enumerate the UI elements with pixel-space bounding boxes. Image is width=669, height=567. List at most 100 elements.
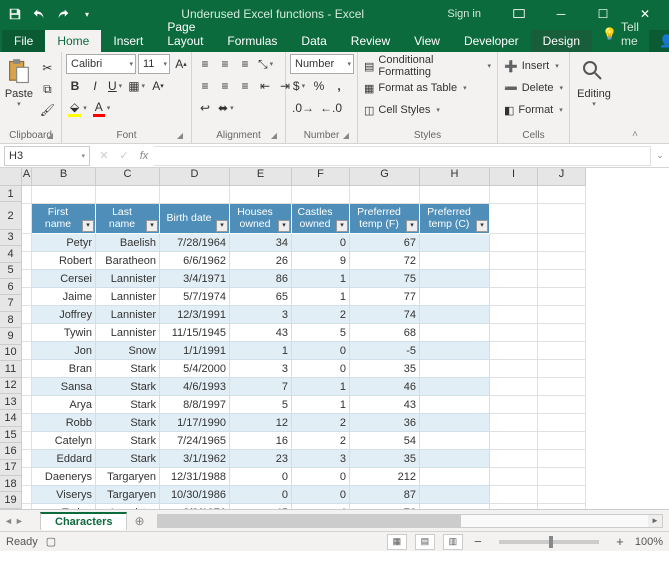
cell[interactable]	[490, 288, 538, 306]
col-header-H[interactable]: H	[420, 168, 490, 186]
tab-data[interactable]: Data	[289, 30, 338, 52]
row-header-8[interactable]: 8	[0, 312, 22, 328]
row-header-3[interactable]: 3	[0, 230, 22, 246]
cell[interactable]	[22, 270, 32, 288]
table-cell[interactable]: Targaryen	[96, 468, 160, 486]
sign-in-link[interactable]: Sign in	[447, 8, 481, 20]
tab-insert[interactable]: Insert	[101, 30, 155, 52]
sheet-tab-characters[interactable]: Characters	[40, 512, 127, 530]
row-header-7[interactable]: 7	[0, 295, 22, 311]
cell[interactable]	[538, 186, 586, 204]
fx-button[interactable]: fx	[134, 146, 154, 166]
cancel-formula-button[interactable]: ✕	[94, 146, 114, 166]
number-launcher[interactable]: ◢	[341, 131, 351, 141]
cell[interactable]	[538, 396, 586, 414]
cell[interactable]	[22, 378, 32, 396]
table-cell[interactable]: Stark	[96, 450, 160, 468]
table-cell[interactable]: 1/17/1990	[160, 414, 230, 432]
cell[interactable]	[490, 306, 538, 324]
table-cell[interactable]: Daenerys	[32, 468, 96, 486]
cell[interactable]	[490, 504, 538, 509]
font-color-button[interactable]: A	[91, 98, 113, 118]
table-cell[interactable]: 68	[350, 324, 420, 342]
cell[interactable]	[490, 414, 538, 432]
table-cell[interactable]: 9	[292, 252, 350, 270]
delete-cells-button[interactable]: ➖Delete▾	[502, 78, 565, 98]
cell[interactable]	[490, 450, 538, 468]
cell[interactable]	[490, 468, 538, 486]
table-cell[interactable]: 3/4/1971	[160, 270, 230, 288]
table-cell[interactable]: 3	[230, 360, 292, 378]
table-cell[interactable]: Lannister	[96, 324, 160, 342]
table-cell[interactable]: Lannister	[96, 306, 160, 324]
table-cell[interactable]: 16	[230, 432, 292, 450]
table-cell[interactable]: 1	[292, 378, 350, 396]
font-launcher[interactable]: ◢	[175, 131, 185, 141]
table-cell[interactable]	[420, 504, 490, 509]
row-header-9[interactable]: 9	[0, 328, 22, 344]
table-cell[interactable]: 3	[230, 306, 292, 324]
table-cell[interactable]: Lannister	[96, 288, 160, 306]
macro-record-icon[interactable]: ▢	[46, 535, 56, 548]
insert-cells-button[interactable]: ➕Insert▾	[502, 56, 565, 76]
cell[interactable]	[22, 342, 32, 360]
table-cell[interactable]: Lannister	[96, 504, 160, 509]
merge-center-button[interactable]: ⬌	[216, 98, 236, 118]
table-cell[interactable]: Bran	[32, 360, 96, 378]
italic-button[interactable]: I	[86, 76, 104, 96]
table-cell[interactable]: Robert	[32, 252, 96, 270]
table-cell[interactable]: 46	[350, 378, 420, 396]
table-cell[interactable]: 2	[292, 432, 350, 450]
cell[interactable]	[22, 360, 32, 378]
table-cell[interactable]: 45	[230, 504, 292, 509]
col-header-A[interactable]: A	[22, 168, 32, 186]
table-cell[interactable]: 12/31/1988	[160, 468, 230, 486]
table-cell[interactable]: 54	[350, 432, 420, 450]
table-cell[interactable]	[420, 468, 490, 486]
table-cell[interactable]: Sansa	[32, 378, 96, 396]
table-cell[interactable]: 43	[350, 396, 420, 414]
number-format-combo[interactable]: Number▾	[290, 54, 354, 74]
filter-button[interactable]: ▾	[278, 220, 290, 232]
table-header[interactable]: First name▾	[32, 204, 96, 234]
cell[interactable]	[538, 288, 586, 306]
cell[interactable]	[22, 450, 32, 468]
align-top-button[interactable]: ≡	[196, 54, 214, 74]
row-header-4[interactable]: 4	[0, 246, 22, 262]
enter-formula-button[interactable]: ✓	[114, 146, 134, 166]
table-cell[interactable]: Arya	[32, 396, 96, 414]
cell[interactable]	[490, 186, 538, 204]
wrap-text-button[interactable]: ↩	[196, 98, 214, 118]
table-cell[interactable]: 77	[350, 288, 420, 306]
cell[interactable]	[96, 186, 160, 204]
table-header[interactable]: Houses owned▾	[230, 204, 292, 234]
table-cell[interactable]	[420, 450, 490, 468]
table-cell[interactable]	[420, 342, 490, 360]
table-cell[interactable]: 1	[230, 342, 292, 360]
zoom-out-button[interactable]: −	[471, 534, 485, 549]
filter-button[interactable]: ▾	[406, 220, 418, 232]
table-cell[interactable]: Cersei	[32, 270, 96, 288]
table-cell[interactable]: 76	[350, 504, 420, 509]
decrease-font-button[interactable]: A▾	[149, 76, 167, 96]
cell[interactable]	[22, 396, 32, 414]
row-header-14[interactable]: 14	[0, 410, 22, 426]
cell[interactable]	[538, 360, 586, 378]
zoom-level[interactable]: 100%	[635, 536, 663, 548]
cell[interactable]	[22, 252, 32, 270]
col-header-B[interactable]: B	[32, 168, 96, 186]
table-cell[interactable]: 5/7/1974	[160, 288, 230, 306]
row-header-16[interactable]: 16	[0, 443, 22, 459]
name-box[interactable]: H3▾	[4, 146, 90, 166]
minimize-button[interactable]: ─	[541, 0, 581, 28]
accounting-format-button[interactable]: $	[290, 76, 308, 96]
table-cell[interactable]: 1/1/1991	[160, 342, 230, 360]
tab-developer[interactable]: Developer	[452, 30, 531, 52]
save-icon[interactable]	[4, 3, 26, 25]
table-cell[interactable]: Catelyn	[32, 432, 96, 450]
cell[interactable]	[22, 504, 32, 509]
format-as-table-button[interactable]: ▦Format as Table▾	[362, 78, 493, 98]
table-header[interactable]: Preferred temp (F)▾	[350, 204, 420, 234]
cell[interactable]	[538, 204, 586, 234]
table-cell[interactable]: 0	[230, 468, 292, 486]
